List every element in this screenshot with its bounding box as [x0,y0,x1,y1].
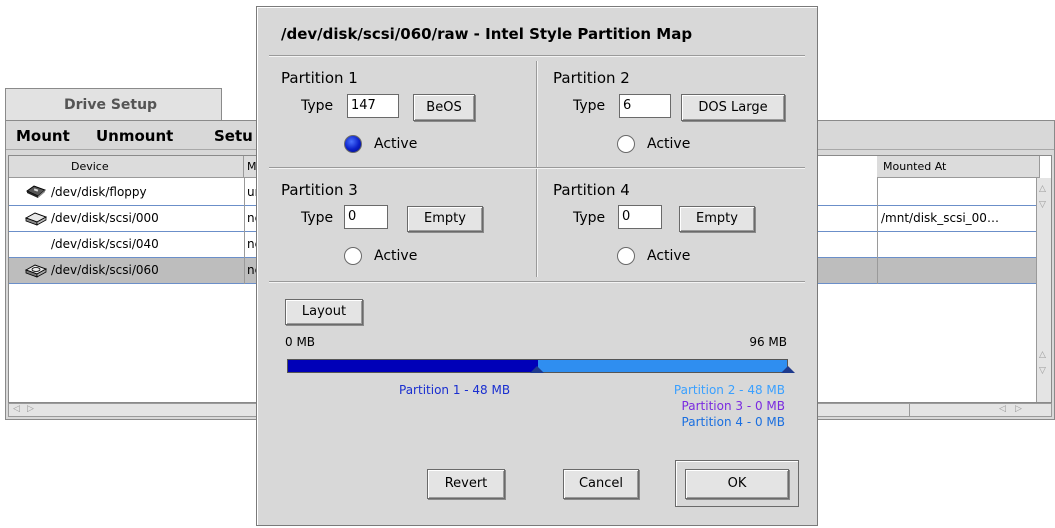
vertical-scrollbar[interactable]: △ ▽ △ ▽ [1036,178,1051,402]
bar-max-label: 96 MB [749,335,787,349]
divider [269,55,805,57]
device-name: /dev/disk/scsi/040 [51,237,159,251]
device-name: /dev/disk/scsi/000 [51,211,159,225]
device-name: /dev/disk/scsi/060 [51,263,159,277]
cancel-button[interactable]: Cancel [563,469,639,499]
scroll-down-icon[interactable]: ▽ [1039,366,1046,376]
partition-3-label: Partition 3 [281,181,358,199]
partition-4-active-radio[interactable] [617,247,635,265]
partition-map-dialog: /dev/disk/scsi/060/raw - Intel Style Par… [256,6,818,526]
partition-1-label: Partition 1 [281,69,358,87]
partition-4-type-input[interactable]: 0 [618,205,662,229]
legend-partition-3: Partition 3 - 0 MB [681,399,785,413]
device-name: /dev/disk/floppy [51,185,147,199]
bar-min-label: 0 MB [285,335,316,349]
partition-4-active-label: Active [647,248,691,264]
revert-button[interactable]: Revert [427,469,505,499]
divider [269,167,805,169]
partition-2-label: Partition 2 [553,69,630,87]
column-header-device[interactable]: Device [9,156,244,178]
partition-4-type-label: Type [573,210,606,226]
device-mounted-at: /mnt/disk_scsi_00… [881,211,999,225]
partition-1-active-label: Active [374,136,418,152]
dialog-title: /dev/disk/scsi/060/raw - Intel Style Par… [281,25,693,43]
partition-3-active-radio[interactable] [344,247,362,265]
divider [536,61,538,277]
layout-button[interactable]: Layout [285,299,363,325]
partition-4-label: Partition 4 [553,181,630,199]
menu-unmount[interactable]: Unmount [96,127,173,145]
partition-2-type-button[interactable]: DOS Large [681,94,785,121]
menu-mount[interactable]: Mount [16,127,70,145]
partition-3-type-input[interactable]: 0 [344,205,388,229]
scroll-down-icon[interactable]: ▽ [1039,200,1046,210]
scroll-left-icon[interactable]: ◁ [13,404,20,414]
scroll-up-icon[interactable]: △ [1039,350,1046,360]
column-header-mounted-at[interactable]: Mounted At [877,156,1040,178]
partition-4-type-button[interactable]: Empty [679,206,755,232]
partition-2-type-label: Type [573,98,606,114]
scroll-up-icon[interactable]: △ [1039,184,1046,194]
partition-1-type-input[interactable]: 147 [347,94,399,118]
drive-setup-tab-label: Drive Setup [64,97,158,113]
partition-2-type-input[interactable]: 6 [619,94,671,118]
legend-partition-2: Partition 2 - 48 MB [673,383,785,397]
hard-disk-icon [25,212,47,226]
partition-1-bar-segment [288,360,538,372]
ok-button[interactable]: OK [685,469,789,499]
partition-2-active-radio[interactable] [617,135,635,153]
drive-setup-tab[interactable]: Drive Setup [5,88,222,120]
scroll-left-icon[interactable]: ◁ [999,404,1006,414]
partition-1-active-radio[interactable] [344,135,362,153]
floppy-icon [26,185,46,198]
partition-divider-marker[interactable] [530,366,544,373]
scroll-right-icon[interactable]: ▷ [1015,404,1022,414]
removable-disk-icon [25,264,47,278]
legend-partition-4: Partition 4 - 0 MB [681,415,785,429]
partition-3-active-label: Active [374,248,418,264]
scroll-right-icon[interactable]: ▷ [27,404,34,414]
legend-partition-1: Partition 1 - 48 MB [399,383,511,397]
partition-2-active-label: Active [647,136,691,152]
partition-end-marker[interactable] [781,366,795,373]
divider [269,281,805,283]
menu-setup[interactable]: Setu [214,127,253,145]
partition-1-type-label: Type [301,98,334,114]
partition-3-type-label: Type [301,210,334,226]
partition-3-type-button[interactable]: Empty [407,206,483,232]
partition-1-type-button[interactable]: BeOS [413,94,475,121]
